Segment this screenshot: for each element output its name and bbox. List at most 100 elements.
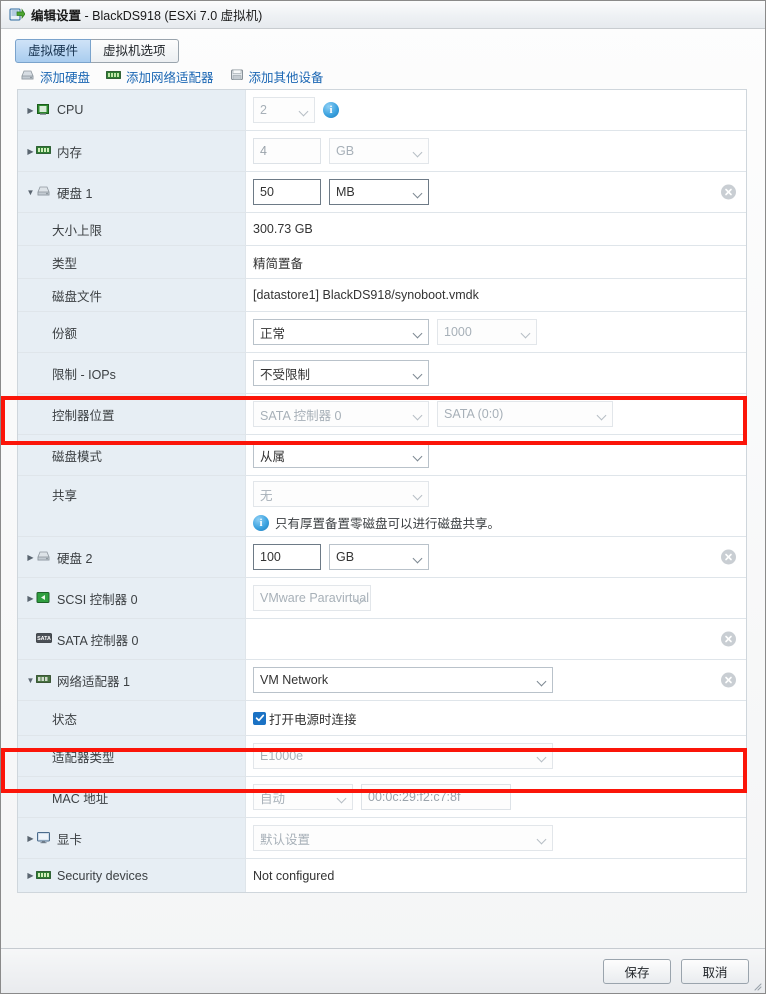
table-row-controller-location: 控制器位置 SATA 控制器 0 SATA (0:0) xyxy=(18,394,746,435)
cancel-button[interactable]: 取消 xyxy=(681,958,749,984)
row-label-hard-disk-1: ▼ 硬盘 1 xyxy=(18,172,246,212)
remove-network-adapter-1-button[interactable] xyxy=(721,672,736,688)
cpu-icon xyxy=(36,103,52,117)
window-title: 编辑设置 - BlackDS918 (ESXi 7.0 虚拟机) xyxy=(31,9,263,23)
sharing-select[interactable]: 无 xyxy=(253,481,429,507)
row-value-shares: 正常 1000 xyxy=(246,312,746,352)
row-value-max-size: 300.73 GB xyxy=(246,213,746,245)
row-value-disk-file: [datastore1] BlackDS918/synoboot.vmdk xyxy=(246,279,746,311)
row-value-memory: GB xyxy=(246,131,746,171)
scsi-controller-type-select[interactable]: VMware Paravirtual xyxy=(253,585,371,611)
row-label-shares: 份额 xyxy=(18,312,246,352)
sata-controller-icon: SATA xyxy=(36,632,52,646)
table-row-hard-disk-2: ▶ 硬盘 2 GB xyxy=(18,537,746,578)
row-value-type: 精简置备 xyxy=(246,246,746,278)
shares-value-select[interactable]: 1000 xyxy=(437,319,537,345)
table-row-disk-file: 磁盘文件 [datastore1] BlackDS918/synoboot.vm… xyxy=(18,279,746,312)
chevron-right-icon[interactable]: ▶ xyxy=(25,106,36,115)
connect-at-power-on-checkbox[interactable] xyxy=(253,711,266,725)
mac-address-input[interactable] xyxy=(361,784,511,810)
hard-disk-1-label: 硬盘 1 xyxy=(57,186,93,201)
memory-label: 内存 xyxy=(57,145,83,160)
row-value-security-devices: Not configured xyxy=(246,859,746,892)
row-value-mac-address: 自动 xyxy=(246,777,746,817)
add-hard-disk-button[interactable]: 添加硬盘 xyxy=(20,67,90,86)
add-network-adapter-button[interactable]: 添加网络适配器 xyxy=(106,67,214,86)
save-button[interactable]: 保存 xyxy=(603,958,671,984)
tab-virtual-hardware[interactable]: 虚拟硬件 xyxy=(15,39,92,63)
tab-vm-options[interactable]: 虚拟机选项 xyxy=(91,39,179,63)
video-card-icon xyxy=(36,831,52,845)
row-label-disk-mode: 磁盘模式 xyxy=(18,435,246,475)
mac-mode-select[interactable]: 自动 xyxy=(253,784,353,810)
table-row-adapter-type: 适配器类型 E1000e xyxy=(18,736,746,777)
table-row-status: 状态 打开电源时连接 xyxy=(18,701,746,736)
controller-node-select[interactable]: SATA (0:0) xyxy=(437,401,613,427)
memory-unit-select[interactable]: GB xyxy=(329,138,429,164)
disk-mode-select[interactable]: 从属 xyxy=(253,442,429,468)
sharing-note: i 只有厚置备置零磁盘可以进行磁盘共享。 xyxy=(253,513,500,532)
chevron-right-icon[interactable]: ▶ xyxy=(25,553,36,562)
scsi-controller-icon xyxy=(36,591,52,605)
table-row-shares: 份额 正常 1000 xyxy=(18,312,746,353)
chevron-right-icon[interactable]: ▶ xyxy=(25,871,36,880)
sharing-note-text: 只有厚置备置零磁盘可以进行磁盘共享。 xyxy=(275,517,501,531)
info-icon[interactable]: i xyxy=(323,102,339,118)
table-row-limit-iops: 限制 - IOPs 不受限制 xyxy=(18,353,746,394)
hard-disk-1-unit-select[interactable]: MB xyxy=(329,179,429,205)
network-adapter-icon xyxy=(36,673,52,687)
cpu-count-select[interactable]: 2 xyxy=(253,97,315,123)
table-row-disk-mode: 磁盘模式 从属 xyxy=(18,435,746,476)
hard-disk-2-label: 硬盘 2 xyxy=(57,551,93,566)
limit-iops-select[interactable]: 不受限制 xyxy=(253,360,429,386)
hard-disk-1-size-input[interactable] xyxy=(253,179,321,205)
row-label-status: 状态 xyxy=(18,701,246,735)
add-other-device-button[interactable]: 添加其他设备 xyxy=(230,67,324,86)
shares-label: 份额 xyxy=(52,326,78,341)
cpu-label: CPU xyxy=(57,103,84,117)
table-row-type: 类型 精简置备 xyxy=(18,246,746,279)
type-value: 精简置备 xyxy=(253,256,304,271)
controller-select[interactable]: SATA 控制器 0 xyxy=(253,401,429,427)
add-network-adapter-label: 添加网络适配器 xyxy=(126,70,214,85)
row-value-cpu: 2 i xyxy=(246,90,746,130)
chevron-down-icon[interactable]: ▼ xyxy=(25,188,36,197)
row-value-controller-location: SATA 控制器 0 SATA (0:0) xyxy=(246,394,746,434)
remove-hard-disk-2-button[interactable] xyxy=(721,549,736,565)
remove-hard-disk-1-button[interactable] xyxy=(721,184,736,200)
hard-disk-2-unit-select[interactable]: GB xyxy=(329,544,429,570)
table-row-video-card: ▶ 显卡 默认设置 xyxy=(18,818,746,859)
sata-controller-label: SATA 控制器 0 xyxy=(57,633,139,648)
hard-disk-2-size-input[interactable] xyxy=(253,544,321,570)
video-card-select[interactable]: 默认设置 xyxy=(253,825,553,851)
remove-sata-controller-button[interactable] xyxy=(721,631,736,647)
row-label-adapter-type: 适配器类型 xyxy=(18,736,246,776)
row-label-cpu: ▶ CPU xyxy=(18,90,246,130)
row-label-limit-iops: 限制 - IOPs xyxy=(18,353,246,393)
row-label-security-devices: ▶ Security devices xyxy=(18,859,246,892)
network-select[interactable]: VM Network xyxy=(253,667,553,693)
add-hard-disk-label: 添加硬盘 xyxy=(40,70,91,85)
resize-grip-icon[interactable] xyxy=(750,979,762,991)
svg-text:SATA: SATA xyxy=(37,636,51,642)
row-value-sharing: 无 i 只有厚置备置零磁盘可以进行磁盘共享。 xyxy=(246,476,746,536)
chevron-right-icon[interactable]: ▶ xyxy=(25,594,36,603)
row-value-sata-controller xyxy=(246,619,746,659)
row-value-disk-mode: 从属 xyxy=(246,435,746,475)
row-label-sharing: 共享 xyxy=(18,476,246,536)
hard-disk-icon xyxy=(36,185,52,199)
hard-disk-icon xyxy=(36,550,52,564)
table-row-security-devices: ▶ Security devices Not configured xyxy=(18,859,746,892)
chevron-down-icon[interactable]: ▼ xyxy=(25,676,36,685)
shares-level-select[interactable]: 正常 xyxy=(253,319,429,345)
memory-size-input[interactable] xyxy=(253,138,321,164)
max-size-label: 大小上限 xyxy=(52,223,103,238)
table-row-sharing: 共享 无 i 只有厚置备置零磁盘可以进行磁盘共享。 xyxy=(18,476,746,537)
chevron-right-icon[interactable]: ▶ xyxy=(25,147,36,156)
adapter-type-select[interactable]: E1000e xyxy=(253,743,553,769)
memory-icon xyxy=(36,144,52,158)
chevron-right-icon[interactable]: ▶ xyxy=(25,834,36,843)
network-adapter-1-label: 网络适配器 1 xyxy=(57,674,130,689)
row-label-hard-disk-2: ▶ 硬盘 2 xyxy=(18,537,246,577)
table-row-cpu: ▶ CPU 2 i xyxy=(18,90,746,131)
